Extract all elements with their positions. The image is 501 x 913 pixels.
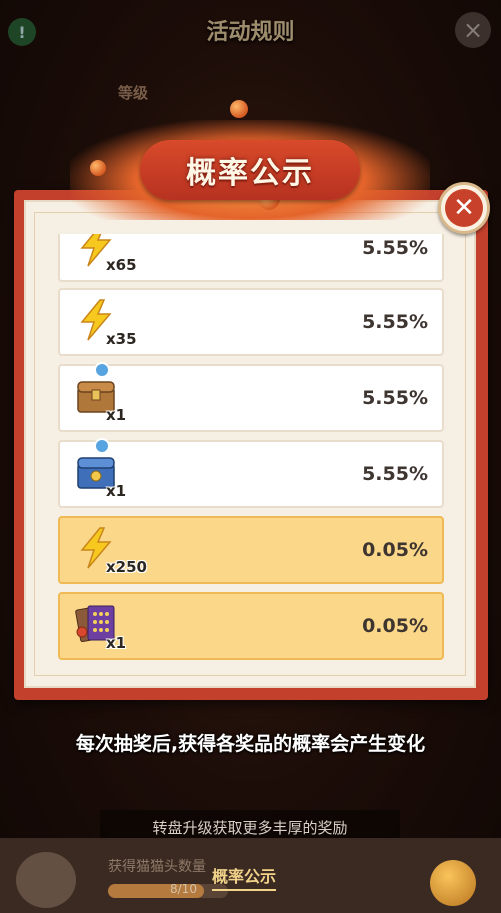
collect-progress-bar xyxy=(108,884,228,898)
item-probability: 0.05% xyxy=(362,539,428,561)
decor-orb-icon xyxy=(230,100,248,118)
collect-progress-text: 8/10 xyxy=(170,882,197,896)
list-item: x35 5.55% xyxy=(58,288,444,356)
list-item: x1 5.55% xyxy=(58,362,444,432)
item-quantity: x65 xyxy=(106,256,137,274)
item-quantity: x1 xyxy=(106,406,127,424)
item-probability: 5.55% xyxy=(362,311,428,333)
item-quantity: x35 xyxy=(106,330,137,348)
list-item: x1 5.55% xyxy=(58,438,444,508)
coin-icon[interactable] xyxy=(430,860,476,906)
modal-title: 概率公示 xyxy=(186,156,314,191)
cat-head-icon xyxy=(16,852,76,908)
inspect-icon[interactable] xyxy=(94,362,110,378)
item-quantity: x1 xyxy=(106,482,127,500)
collect-label: 获得猫猫头数量 xyxy=(108,859,206,875)
probability-list[interactable]: x65 5.55% x35 5.55% x1 5.55% x1 5.55% x2… xyxy=(58,234,444,662)
list-item: x250 0.05% xyxy=(58,516,444,584)
item-probability: 5.55% xyxy=(362,237,428,259)
list-item: x1 0.05% xyxy=(58,592,444,660)
item-quantity: x250 xyxy=(106,558,147,576)
list-item: x65 5.55% xyxy=(58,234,444,282)
close-button[interactable]: ✕ xyxy=(438,182,490,234)
item-probability: 5.55% xyxy=(362,387,428,409)
decor-orb-icon xyxy=(90,160,106,176)
close-x-icon: ✕ xyxy=(445,189,483,227)
item-probability: 0.05% xyxy=(362,615,428,637)
item-quantity: x1 xyxy=(106,634,127,652)
probability-notice: 每次抽奖后,获得各奖品的概率会产生变化 xyxy=(75,732,426,755)
inspect-icon[interactable] xyxy=(94,438,110,454)
tab-probability[interactable]: 概率公示 xyxy=(212,863,277,891)
item-probability: 5.55% xyxy=(362,463,428,485)
